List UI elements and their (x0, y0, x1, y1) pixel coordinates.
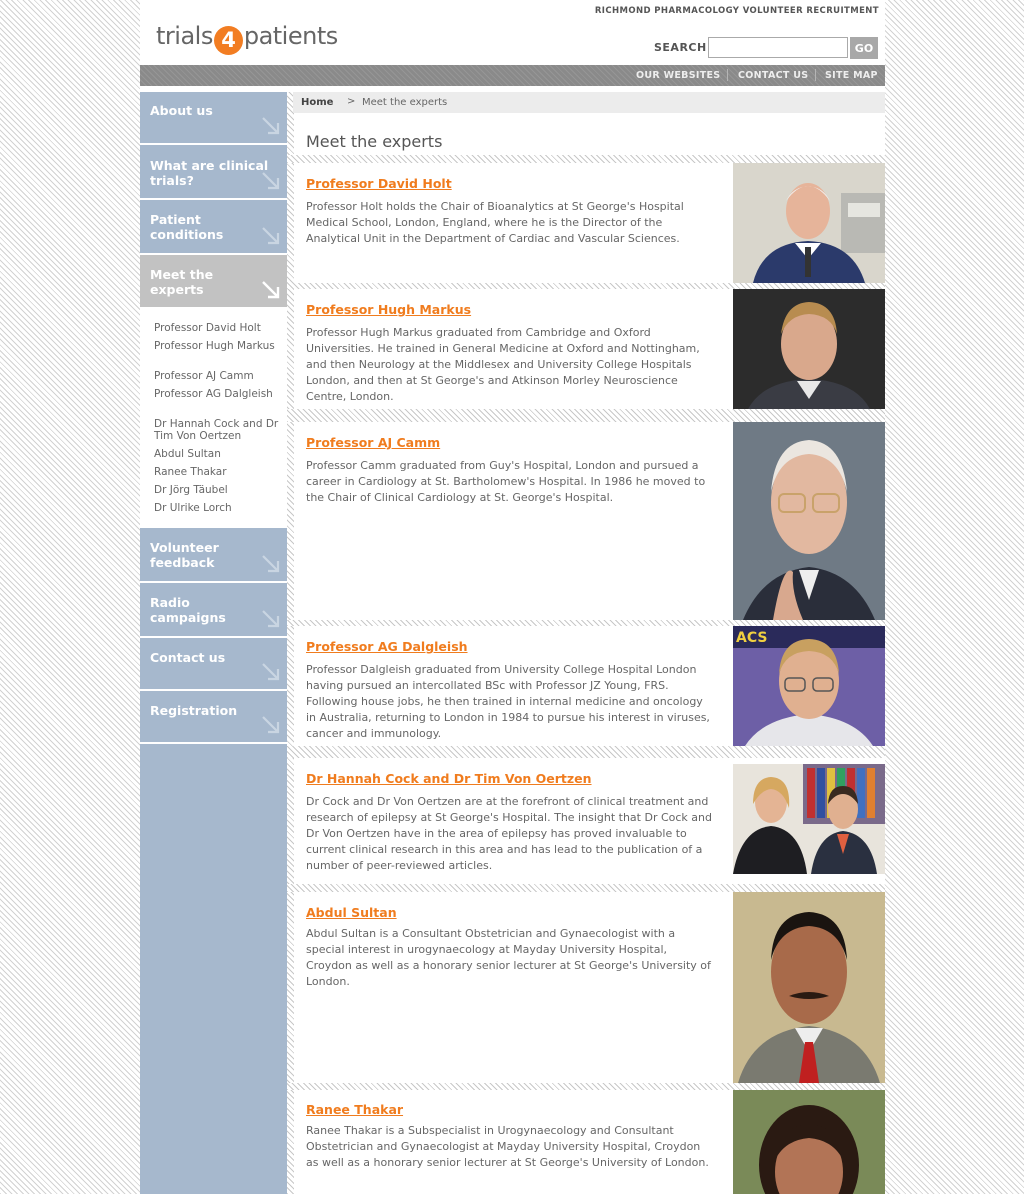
logo-four-circle: 4 (213, 26, 243, 55)
sidebar-item-label: What are clinical trials? (150, 158, 269, 188)
subnav-item-aj-camm[interactable]: Professor AJ Camm (154, 370, 282, 382)
expert-name-link[interactable]: Dr Hannah Cock and Dr Tim Von Oertzen (306, 771, 592, 786)
expert-bio: Professor Holt holds the Chair of Bioana… (306, 200, 684, 245)
site-tagline: RICHMOND PHARMACOLOGY VOLUNTEER RECRUITM… (594, 6, 879, 16)
expert-photo (733, 422, 885, 620)
expert-name-link[interactable]: Professor David Holt (306, 176, 452, 191)
arrow-down-right-icon (262, 663, 280, 681)
sidebar-item-registration[interactable]: Registration (140, 691, 287, 744)
arrow-down-right-icon (262, 716, 280, 734)
sidebar-item-about-us[interactable]: About us (140, 92, 287, 145)
expert-card-ranee-thakar: Ranee Thakar Ranee Thakar is a Subspecia… (294, 1090, 885, 1194)
expert-bio: Professor Hugh Markus graduated from Cam… (306, 326, 700, 403)
breadcrumb-home-link[interactable]: Home (301, 97, 333, 108)
sidebar-item-label: Registration (150, 703, 238, 718)
page-title: Meet the experts (306, 132, 443, 151)
subnav-item-ranee-thakar[interactable]: Ranee Thakar (154, 466, 282, 478)
site-map-link[interactable]: SITE MAP (825, 70, 878, 81)
expert-photo (733, 163, 885, 283)
sidebar-item-label: About us (150, 103, 213, 118)
search-label: SEARCH (654, 41, 707, 54)
our-websites-link[interactable]: OUR WEBSITES (636, 70, 720, 81)
breadcrumb-current: Meet the experts (362, 97, 448, 108)
topnav-divider (727, 69, 728, 81)
subnav-item-jorg-taubel[interactable]: Dr Jörg Täubel (154, 484, 282, 496)
expert-name-link[interactable]: Ranee Thakar (306, 1102, 403, 1117)
expert-photo (733, 764, 885, 874)
expert-card-abdul-sultan: Abdul Sultan Abdul Sultan is a Consultan… (294, 892, 885, 1083)
logo-text-patients: patients (243, 22, 338, 50)
expert-bio: Professor Camm graduated from Guy's Hosp… (306, 459, 706, 504)
expert-photo (733, 1090, 885, 1194)
expert-photo (733, 892, 885, 1083)
divider-hatch (287, 1083, 885, 1090)
contact-us-link[interactable]: CONTACT US (738, 70, 808, 81)
subnav-item-ag-dalgleish[interactable]: Professor AG Dalgleish (154, 388, 282, 400)
expert-name-link[interactable]: Professor Hugh Markus (306, 302, 471, 317)
expert-bio: Abdul Sultan is a Consultant Obstetricia… (306, 927, 711, 988)
divider-hatch (287, 155, 885, 163)
sidebar-item-label: Contact us (150, 650, 226, 665)
search-go-button[interactable]: GO (850, 37, 878, 59)
page-wrapper: RICHMOND PHARMACOLOGY VOLUNTEER RECRUITM… (140, 0, 885, 1194)
sidebar-item-label: Patient conditions (150, 212, 224, 242)
expert-card-hugh-markus: Professor Hugh Markus Professor Hugh Mar… (294, 289, 885, 409)
expert-card-aj-camm: Professor AJ Camm Professor Camm graduat… (294, 422, 885, 620)
sidebar-item-volunteer-feedback[interactable]: Volunteer feedback (140, 528, 287, 583)
arrow-down-right-icon (262, 227, 280, 245)
arrow-down-right-icon (262, 172, 280, 190)
subnav-item-hugh-markus[interactable]: Professor Hugh Markus (154, 340, 282, 352)
subnav-item-ulrike-lorch[interactable]: Dr Ulrike Lorch (154, 502, 282, 514)
expert-card-david-holt: Professor David Holt Professor Holt hold… (294, 163, 885, 283)
breadcrumb: Home > Meet the experts (293, 92, 885, 113)
expert-name-link[interactable]: Professor AG Dalgleish (306, 639, 468, 654)
sidebar-item-meet-the-experts[interactable]: Meet the experts (140, 255, 287, 309)
subnav-item-david-holt[interactable]: Professor David Holt (154, 322, 282, 334)
sidebar-item-label: Radio campaigns (150, 595, 226, 625)
topnav-divider (815, 69, 816, 81)
content-hatch-edge (287, 92, 294, 1194)
arrow-down-right-icon (262, 555, 280, 573)
expert-name-link[interactable]: Professor AJ Camm (306, 435, 440, 450)
divider-hatch (287, 409, 885, 422)
experts-subnav: Professor David Holt Professor Hugh Mark… (140, 309, 287, 528)
arrow-down-right-icon (262, 117, 280, 135)
expert-card-ag-dalgleish: Professor AG Dalgleish Professor Dalglei… (294, 626, 885, 746)
top-nav-bar: OUR WEBSITES CONTACT US SITE MAP (140, 65, 885, 86)
logo-text-trials: trials (156, 22, 213, 50)
expert-bio: Professor Dalgleish graduated from Unive… (306, 663, 710, 740)
sidebar-item-patient-conditions[interactable]: Patient conditions (140, 200, 287, 255)
search-input[interactable] (708, 37, 848, 58)
subnav-item-cock-von-oertzen[interactable]: Dr Hannah Cock and Dr Tim Von Oertzen (154, 418, 282, 442)
sidebar-item-label: Volunteer feedback (150, 540, 219, 570)
site-header: RICHMOND PHARMACOLOGY VOLUNTEER RECRUITM… (140, 0, 885, 65)
expert-photo: ACS (733, 626, 885, 746)
expert-bio: Ranee Thakar is a Subspecialist in Urogy… (306, 1124, 709, 1169)
expert-card-cock-von-oertzen: Dr Hannah Cock and Dr Tim Von Oertzen Dr… (294, 758, 885, 884)
sidebar-item-radio-campaigns[interactable]: Radio campaigns (140, 583, 287, 638)
expert-photo (733, 289, 885, 409)
site-logo[interactable]: trials 4 patients (156, 22, 338, 55)
breadcrumb-separator: > (347, 96, 356, 107)
arrow-down-right-icon (262, 281, 280, 299)
sidebar-nav: About us What are clinical trials? Patie… (140, 92, 287, 1194)
sidebar-item-label: Meet the experts (150, 267, 214, 297)
expert-bio: Dr Cock and Dr Von Oertzen are at the fo… (306, 795, 712, 872)
sidebar-item-contact-us[interactable]: Contact us (140, 638, 287, 691)
arrow-down-right-icon (262, 610, 280, 628)
divider-hatch (287, 746, 885, 758)
photo-sign-text: ACS (736, 630, 767, 646)
divider-hatch (287, 884, 885, 892)
subnav-item-abdul-sultan[interactable]: Abdul Sultan (154, 448, 282, 460)
sidebar-item-clinical-trials[interactable]: What are clinical trials? (140, 145, 287, 200)
expert-name-link[interactable]: Abdul Sultan (306, 905, 397, 920)
